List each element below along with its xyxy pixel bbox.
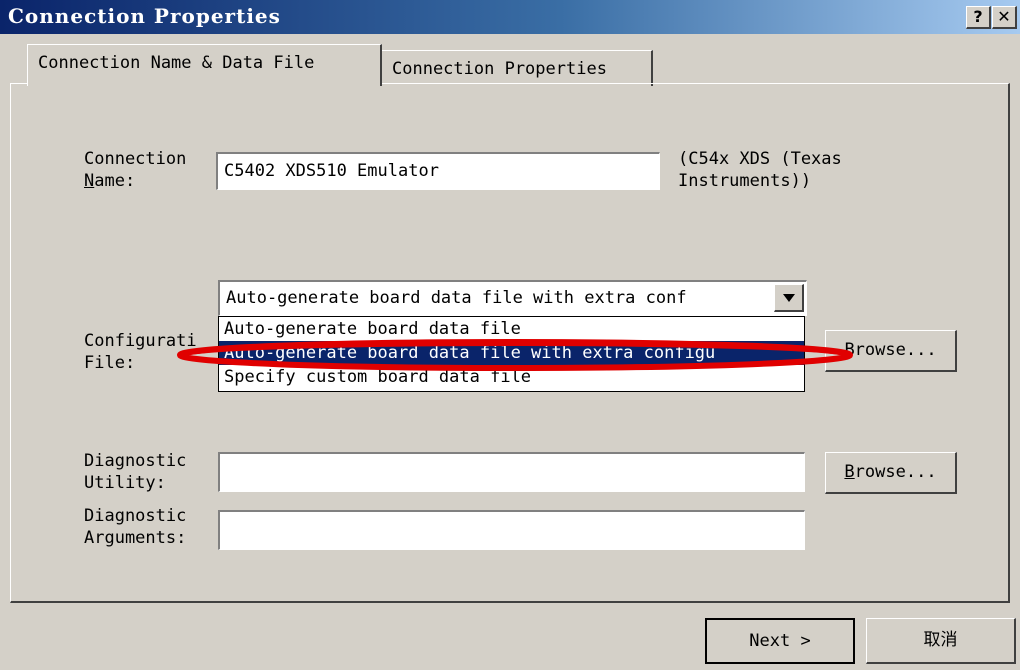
diagnostic-browse-button[interactable]: Browse... xyxy=(825,452,957,494)
help-button[interactable]: ? xyxy=(966,6,991,29)
diagnostic-arguments-field[interactable] xyxy=(218,510,805,550)
diagnostic-utility-field[interactable] xyxy=(218,452,805,492)
window-title: Connection Properties xyxy=(8,4,281,28)
annotation-ellipse xyxy=(177,339,853,371)
chevron-down-icon xyxy=(783,294,795,302)
close-icon: ✕ xyxy=(997,7,1011,26)
tab-connection-properties[interactable]: Connection Properties xyxy=(381,50,653,86)
connection-name-field[interactable]: C5402 XDS510 Emulator xyxy=(216,152,660,190)
close-button[interactable]: ✕ xyxy=(992,6,1017,29)
next-button[interactable]: Next > xyxy=(705,618,855,664)
diagnostic-arguments-label: Diagnostic Arguments: xyxy=(84,506,187,548)
cancel-button[interactable]: 取消 xyxy=(866,618,1016,664)
configuration-file-value: Auto-generate board data file with extra… xyxy=(226,288,687,308)
diagnostic-utility-label: Diagnostic Utility: xyxy=(84,451,187,493)
tab-connection-name-data-file[interactable]: Connection Name & Data File xyxy=(27,44,382,86)
connection-name-label: Connection Name: xyxy=(84,149,187,191)
dropdown-button[interactable] xyxy=(774,284,804,312)
configuration-file-select[interactable]: Auto-generate board data file with extra… xyxy=(218,280,807,316)
connection-note: (C54x XDS (Texas Instruments)) xyxy=(678,149,842,191)
